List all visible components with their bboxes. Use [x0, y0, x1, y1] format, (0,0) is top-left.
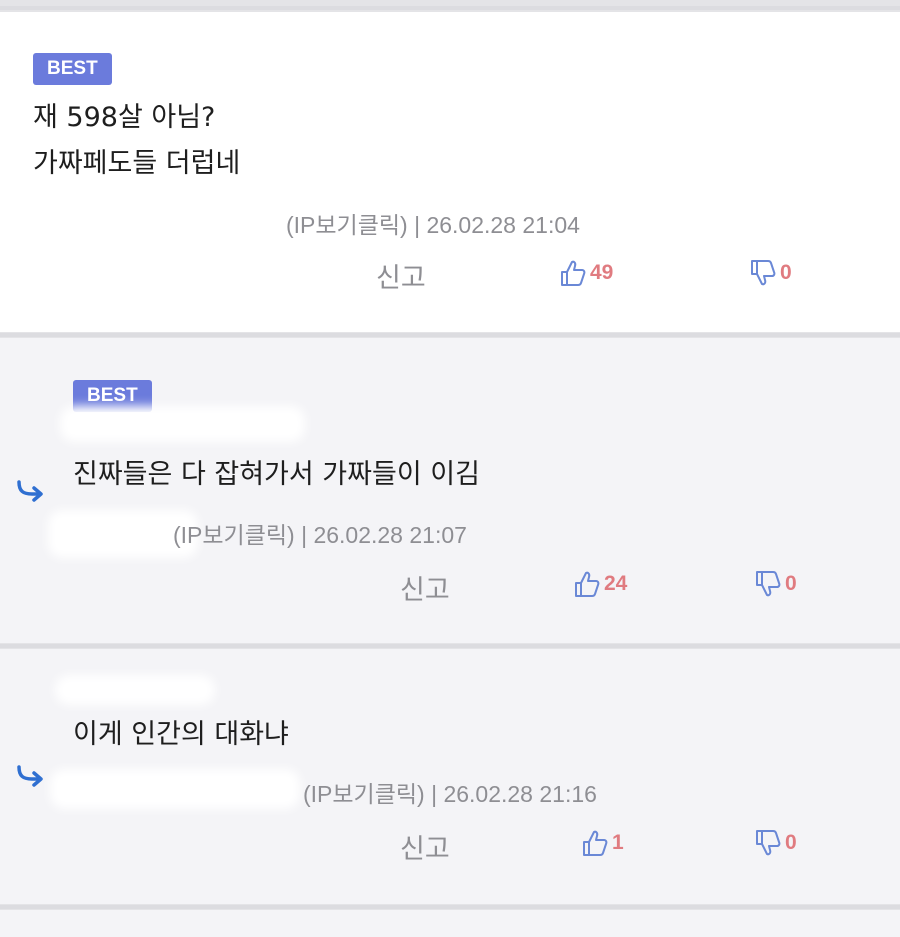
- comment-text-line: 재 598살 아님?: [33, 102, 216, 133]
- comment-text-line: 가짜페도들 더럽네: [33, 148, 241, 179]
- redacted-username: [55, 675, 215, 705]
- comment-divider: [0, 905, 900, 909]
- next-comment-area: [0, 910, 900, 937]
- redacted-username: [30, 205, 285, 235]
- thumbs-down-icon: [751, 260, 776, 286]
- like-button[interactable]: 49: [560, 259, 613, 287]
- comment-meta: (IP보기클릭) | 26.02.28 21:04: [286, 212, 580, 238]
- like-count: 1: [612, 831, 624, 854]
- reply-comment-card: 이게 인간의 대화냐 (IP보기클릭) | 26.02.28 21:16 신고 …: [0, 649, 900, 904]
- redacted-username: [50, 769, 300, 809]
- redacted-username: [60, 406, 305, 442]
- like-button[interactable]: 24: [574, 570, 627, 598]
- reply-comment-card: BEST 진짜들은 다 잡혀가서 가짜들이 이김 (IP보기클릭) | 26.0…: [0, 338, 900, 643]
- comment-text-line: 진짜들은 다 잡혀가서 가짜들이 이김: [73, 459, 480, 490]
- best-badge: BEST: [33, 53, 112, 85]
- thumbs-up-icon: [561, 260, 586, 286]
- like-count: 49: [590, 261, 614, 284]
- thumbs-down-icon: [756, 830, 781, 856]
- report-button[interactable]: 신고: [400, 568, 450, 607]
- dislike-button[interactable]: 0: [755, 829, 797, 857]
- reply-arrow-icon: [17, 765, 43, 787]
- top-divider: [0, 6, 900, 10]
- comment-card: BEST 재 598살 아님? 가짜페도들 더럽네 (IP보기클릭) | 26.…: [0, 12, 900, 332]
- like-count: 24: [604, 572, 628, 595]
- comment-divider: [0, 333, 900, 337]
- comment-meta: (IP보기클릭) | 26.02.28 21:16: [303, 781, 597, 807]
- dislike-button[interactable]: 0: [755, 570, 797, 598]
- dislike-count: 0: [785, 572, 797, 595]
- report-button[interactable]: 신고: [376, 256, 426, 295]
- thumbs-down-icon: [756, 571, 781, 597]
- comment-divider: [0, 644, 900, 648]
- dislike-button[interactable]: 0: [750, 259, 792, 287]
- comment-meta: (IP보기클릭) | 26.02.28 21:07: [173, 522, 467, 548]
- thumbs-up-icon: [583, 830, 608, 856]
- dislike-count: 0: [785, 831, 797, 854]
- report-button[interactable]: 신고: [400, 827, 450, 866]
- comment-text-line: 이게 인간의 대화냐: [73, 719, 289, 750]
- like-button[interactable]: 1: [582, 829, 624, 857]
- thumbs-up-icon: [575, 571, 600, 597]
- dislike-count: 0: [780, 261, 792, 284]
- reply-arrow-icon: [17, 480, 43, 502]
